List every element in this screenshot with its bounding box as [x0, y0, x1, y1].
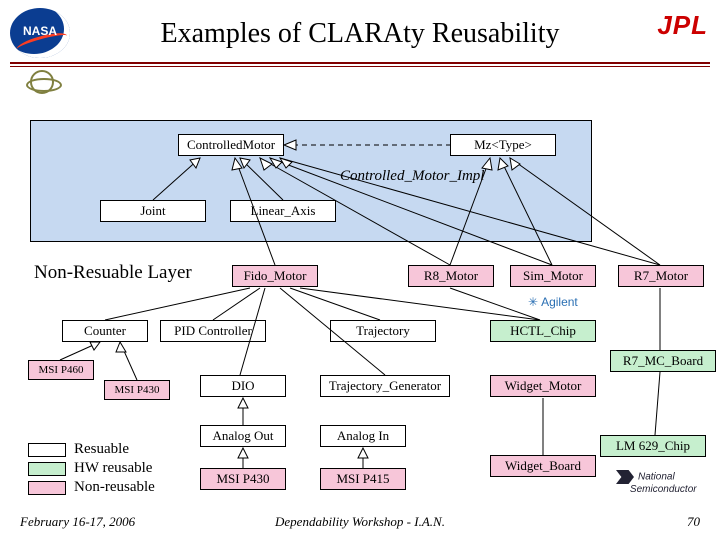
box-analog-out: Analog Out [200, 425, 286, 447]
box-lm629: LM 629_Chip [600, 435, 706, 457]
box-pid: PID Controller [160, 320, 266, 342]
legend-non: Non-reusable [74, 479, 155, 495]
box-traj-gen: Trajectory_Generator [320, 375, 450, 397]
legend-hw: HW reusable [74, 460, 152, 476]
box-msip460: MSI P460 [28, 360, 94, 380]
box-r7-motor: R7_Motor [618, 265, 704, 287]
box-counter: Counter [62, 320, 148, 342]
box-trajectory: Trajectory [330, 320, 436, 342]
footer-page: 70 [687, 514, 700, 530]
box-sim-motor: Sim_Motor [510, 265, 596, 287]
box-mz-type: Mz<Type> [450, 134, 556, 156]
box-joint: Joint [100, 200, 206, 222]
box-r8-motor: R8_Motor [408, 265, 494, 287]
title-rule-thin [10, 66, 710, 67]
natsemi-logo: National Semiconductor [616, 470, 697, 495]
box-hctl-chip: HCTL_Chip [490, 320, 596, 342]
section-nonreusable: Non-Resuable Layer [34, 262, 192, 284]
box-msip430-a: MSI P430 [104, 380, 170, 400]
box-fido-motor: Fido_Motor [232, 265, 318, 287]
box-msip430-b: MSI P430 [200, 468, 286, 490]
slide-title: Examples of CLARAty Reusability [0, 18, 720, 50]
box-analog-in: Analog In [320, 425, 406, 447]
legend: Resuable HW reusable Non-reusable [28, 440, 155, 497]
agilent-logo: Agilent [528, 295, 578, 309]
legend-reusable: Resuable [74, 441, 129, 457]
box-r7-mc: R7_MC_Board [610, 350, 716, 372]
orbit-icon [30, 70, 54, 94]
label-impl: Controlled_Motor_Impl [340, 168, 484, 185]
box-msip415: MSI P415 [320, 468, 406, 490]
box-linear-axis: Linear_Axis [230, 200, 336, 222]
box-widget-board: Widget_Board [490, 455, 596, 477]
title-rule [10, 62, 710, 64]
box-widget-motor: Widget_Motor [490, 375, 596, 397]
box-dio: DIO [200, 375, 286, 397]
footer-center: Dependability Workshop - I.A.N. [0, 514, 720, 530]
box-controlled-motor: ControlledMotor [178, 134, 284, 156]
